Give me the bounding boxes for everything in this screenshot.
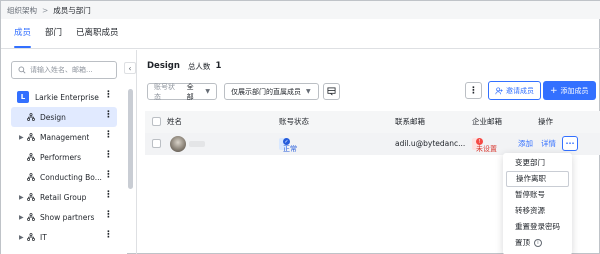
more-options-icon[interactable]: ⋮ [104,130,113,140]
table-row[interactable]: ✓ 正常 adil.u@bytedanc... ! 未设置 添加 详情 ··· [145,133,600,155]
dept-header: Design 总人数 1 [147,60,221,72]
export-button[interactable] [323,83,340,100]
col-action: 操作 [538,117,553,126]
chevron-down-icon: ▼ [306,88,311,95]
tree-node-management[interactable]: ▶ Management ⋮ [11,127,117,147]
tree-node-design[interactable]: Design ⋮ [11,107,117,127]
expand-caret-icon[interactable]: ▶ [19,214,24,221]
tree-node-performers[interactable]: Performers ⋮ [11,147,117,167]
more-options-icon[interactable]: ⋮ [104,230,113,240]
org-sidebar: L Larkie Enterprise ⋮ Design ⋮ ▶ Managem… [1,50,127,254]
invite-label: 邀请成员 [506,86,534,95]
col-email: 联系邮箱 [395,117,425,126]
tree-root-enterprise[interactable]: L Larkie Enterprise ⋮ [11,87,117,107]
tree-node-show-partners[interactable]: ▶ Show partners ⋮ [11,207,117,227]
sidebar-scrollbar[interactable] [128,89,133,189]
more-options-icon[interactable]: ⋮ [104,110,113,120]
org-structure-icon [27,193,35,201]
status-text: 正常 [283,145,297,153]
add-member-button[interactable]: + 添加成员 [543,81,596,100]
breadcrumb: 组织架构 > 成员与部门 [1,1,600,19]
table-header: 姓名 账号状态 联系邮箱 企业邮箱 操作 [145,111,600,133]
member-name-hidden [189,141,205,147]
menu-item-label: 置顶 [515,238,530,247]
expand-caret-icon[interactable]: ▶ [19,234,24,241]
add-label: 添加成员 [560,86,589,95]
tree-node-label: IT [40,232,47,242]
org-structure-icon [27,173,35,181]
member-count: 1 [215,61,222,71]
org-structure-icon [27,213,35,221]
menu-item-change-department[interactable]: 变更部门 [506,155,569,171]
tab-departments[interactable]: 部门 [45,18,62,48]
col-name: 姓名 [167,117,182,126]
org-structure-icon [27,153,35,161]
menu-item-offboard[interactable]: 操作离职 [506,171,569,187]
more-options-icon[interactable]: ⋮ [104,150,113,160]
tree-node-it[interactable]: ▶ IT ⋮ [11,227,117,247]
corp-email-status: 未设置 [476,145,497,153]
breadcrumb-parent[interactable]: 组织架构 [7,5,37,16]
info-icon: i [534,239,542,247]
account-status-filter[interactable]: 账号状态 全部 ▼ [147,82,217,101]
tree-node-label: Conducting Bo... [40,172,102,182]
tree-node-label: Retail Group [40,192,87,202]
member-count-label: 总人数 [187,61,211,71]
more-options-icon[interactable]: ⋮ [104,170,113,180]
tree-node-label: Design [40,112,66,122]
chevron-down-icon: ▼ [205,88,210,95]
department-tree: L Larkie Enterprise ⋮ Design ⋮ ▶ Managem… [11,87,117,247]
search-input[interactable] [30,66,110,74]
app-window: 组织架构 > 成员与部门 成员 部门 已离职成员 L Larkie Enterp… [0,0,600,254]
more-options-icon[interactable]: ⋮ [104,190,113,200]
invite-members-button[interactable]: 邀请成员 [488,81,541,100]
filter-value: 仅展示部门的直属成员 [231,87,301,96]
filter-label: 账号状态 [154,82,175,101]
menu-item-pin-top[interactable]: 置顶 i [506,235,569,251]
col-corp-email: 企业邮箱 [472,117,502,126]
person-add-icon [495,86,503,94]
page-title: Design [147,61,180,71]
filter-value: 全部 [186,82,194,101]
corp-email-badge: ! 未设置 [472,138,497,153]
enterprise-logo: L [17,91,29,103]
more-options-icon[interactable]: ⋮ [104,210,113,220]
expand-caret-icon[interactable]: ▶ [19,194,24,201]
tree-node-label: Show partners [40,212,95,222]
tree-node-label: Performers [40,152,82,162]
plus-icon: + [550,85,558,96]
menu-item-transfer-resources[interactable]: 转移资源 [506,203,569,219]
search-box[interactable] [11,61,117,79]
avatar [170,136,186,152]
more-options-icon[interactable]: ⋮ [104,90,113,100]
collapse-sidebar-icon[interactable]: ‹ [124,62,136,74]
tree-node-label: Larkie Enterprise [35,92,99,102]
select-all-checkbox[interactable] [152,117,161,126]
row-action-menu: 变更部门 操作离职 暂停账号 转移资源 重置登录密码 置顶 i [503,153,572,254]
sheet-export-icon [327,87,336,96]
row-more-button[interactable]: ··· [562,136,578,151]
tab-bar: 成员 部门 已离职成员 [1,19,600,49]
details-link[interactable]: 详情 [541,133,556,155]
add-corp-email-link[interactable]: 添加 [518,133,533,155]
breadcrumb-separator: > [42,5,49,15]
more-actions-button[interactable]: ⋮ [465,82,482,99]
breadcrumb-current: 成员与部门 [53,5,91,15]
tree-node-label: Management [40,132,90,142]
row-checkbox[interactable] [152,139,161,148]
menu-item-suspend-account[interactable]: 暂停账号 [506,187,569,203]
tree-node-retail-group[interactable]: ▶ Retail Group ⋮ [11,187,117,207]
tree-node-conducting-board[interactable]: Conducting Bo... ⋮ [11,167,117,187]
member-email: adil.u@bytedanc... [395,139,466,148]
org-structure-icon [27,233,35,241]
tab-members[interactable]: 成员 [14,18,32,48]
scope-filter[interactable]: 仅展示部门的直属成员 ▼ [224,83,319,100]
org-structure-icon [27,133,35,141]
expand-caret-icon[interactable]: ▶ [19,134,24,141]
org-structure-icon [27,113,35,121]
status-badge: ✓ 正常 [279,138,297,153]
search-icon [18,66,26,74]
tab-resigned-members[interactable]: 已离职成员 [76,18,119,48]
menu-item-reset-password[interactable]: 重置登录密码 [506,219,569,235]
